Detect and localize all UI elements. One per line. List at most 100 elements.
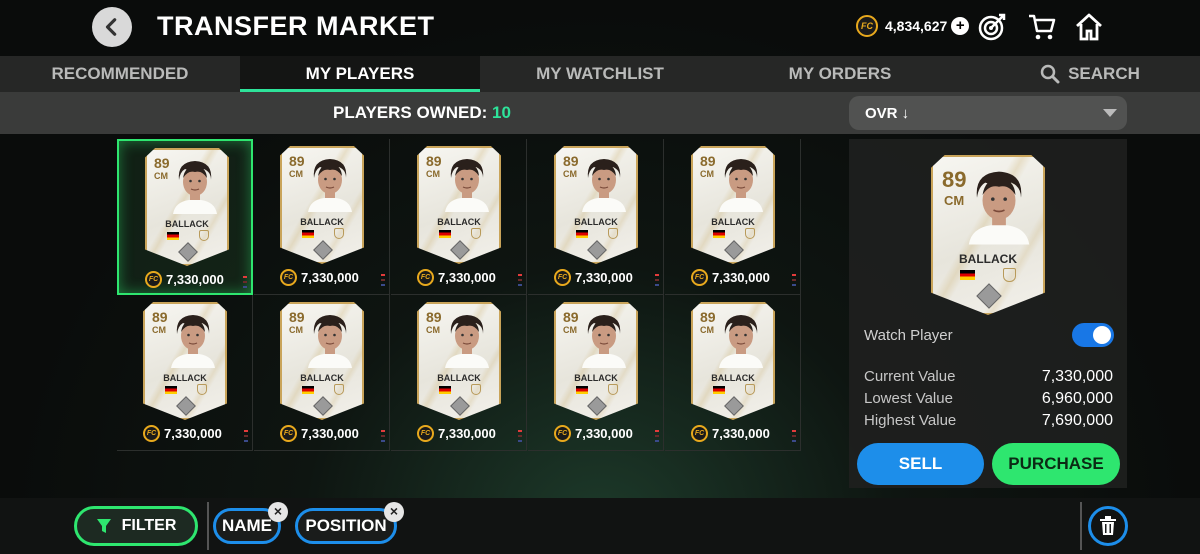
coin-icon: FC: [280, 269, 297, 286]
tab-my-orders[interactable]: MY ORDERS: [740, 56, 940, 92]
price-trend-indicator: [243, 276, 247, 291]
price-trend-indicator: [381, 430, 385, 445]
coin-icon: FC: [856, 15, 878, 37]
tab-bar: RECOMMENDED MY PLAYERS MY WATCHLIST MY O…: [0, 56, 1200, 92]
player-ovr: 89: [289, 309, 305, 325]
price-trend-indicator: [655, 430, 659, 445]
player-ovr: 89: [152, 309, 168, 325]
price-trend-indicator: [792, 430, 796, 445]
tab-recommended[interactable]: RECOMMENDED: [20, 56, 220, 92]
back-button[interactable]: [92, 7, 132, 47]
player-portrait: [719, 315, 763, 368]
tab-my-watchlist[interactable]: MY WATCHLIST: [500, 56, 700, 92]
player-name: BALLACK: [574, 217, 618, 227]
tab-my-players[interactable]: MY PLAYERS: [240, 56, 480, 92]
filter-button[interactable]: FILTER: [74, 506, 198, 546]
search-icon: [1040, 64, 1060, 84]
player-tile[interactable]: 89 CM BALLACK FC 7,330,000: [254, 139, 390, 295]
player-tile[interactable]: 89 CM BALLACK FC 7,330,000: [391, 139, 527, 295]
highest-value-row: Highest Value 7,690,000: [864, 412, 1113, 430]
filter-chip-position-label: POSITION: [305, 516, 387, 535]
player-card: 89 CM BALLACK: [691, 302, 775, 420]
coin-balance-value: 4,834,627: [885, 18, 948, 34]
player-price-value: 7,330,000: [712, 426, 770, 441]
player-price-value: 7,330,000: [438, 270, 496, 285]
player-price: FC 7,330,000: [554, 425, 633, 442]
player-tile[interactable]: 89 CM BALLACK FC 7,330,000: [391, 295, 527, 451]
germany-flag-icon: [167, 232, 179, 240]
player-portrait: [308, 315, 352, 368]
lowest-value-label: Lowest Value: [864, 390, 953, 407]
player-name: BALLACK: [574, 373, 618, 383]
filter-chip-position[interactable]: POSITION ×: [295, 502, 404, 544]
germany-flag-icon: [713, 386, 725, 394]
player-tile[interactable]: 89 CM BALLACK FC 7,330,000: [528, 295, 664, 451]
current-value-row: Current Value 7,330,000: [864, 368, 1113, 386]
player-portrait: [173, 161, 217, 214]
coin-icon: FC: [417, 425, 434, 442]
player-portrait: [582, 159, 626, 212]
player-card: 89 CM BALLACK: [280, 146, 364, 264]
trash-icon: [1100, 516, 1116, 535]
player-position: CM: [289, 325, 303, 335]
player-tile[interactable]: 89 CM BALLACK FC 7,330,000: [117, 295, 253, 451]
player-tile[interactable]: 89 CM BALLACK FC 7,330,000: [117, 139, 253, 295]
player-price-value: 7,330,000: [164, 426, 222, 441]
player-ovr: 89: [289, 153, 305, 169]
player-position: CM: [563, 325, 577, 335]
player-ovr: 89: [700, 153, 716, 169]
remove-chip-icon[interactable]: ×: [268, 502, 288, 522]
rarity-badge-icon: [313, 240, 333, 260]
player-position: CM: [289, 169, 303, 179]
player-tile[interactable]: 89 CM BALLACK FC 7,330,000: [254, 295, 390, 451]
player-name: BALLACK: [437, 373, 481, 383]
current-value-label: Current Value: [864, 368, 956, 385]
store-cart-icon[interactable]: [1027, 12, 1057, 42]
lowest-value-row: Lowest Value 6,960,000: [864, 390, 1113, 408]
player-ovr: 89: [426, 153, 442, 169]
player-card: 89 CM BALLACK: [691, 146, 775, 264]
player-price: FC 7,330,000: [417, 269, 496, 286]
player-name: BALLACK: [163, 373, 207, 383]
player-portrait: [719, 159, 763, 212]
germany-flag-icon: [439, 230, 451, 238]
selected-player-card: 89 CM BALLACK: [931, 155, 1045, 315]
player-name: BALLACK: [711, 373, 755, 383]
player-card: 89 CM BALLACK: [554, 146, 638, 264]
price-trend-indicator: [655, 274, 659, 289]
player-price-value: 7,330,000: [301, 426, 359, 441]
clear-filters-button[interactable]: [1088, 506, 1128, 546]
players-owned-count: 10: [492, 103, 511, 122]
player-name: BALLACK: [165, 219, 209, 229]
player-price: FC 7,330,000: [691, 425, 770, 442]
divider: [1080, 502, 1082, 550]
watch-player-toggle[interactable]: [1072, 323, 1114, 347]
germany-flag-icon: [713, 230, 725, 238]
player-portrait: [582, 315, 626, 368]
tab-search[interactable]: SEARCH: [1000, 56, 1180, 92]
home-icon[interactable]: [1074, 12, 1104, 42]
rarity-badge-icon: [724, 396, 744, 416]
player-price-value: 7,330,000: [575, 426, 633, 441]
player-tile[interactable]: 89 CM BALLACK FC 7,330,000: [665, 139, 801, 295]
remove-chip-icon[interactable]: ×: [384, 502, 404, 522]
current-value: 7,330,000: [1041, 368, 1113, 385]
club-crest-icon: [471, 384, 481, 395]
coin-icon: FC: [145, 271, 162, 288]
purchase-button[interactable]: PURCHASE: [992, 443, 1120, 485]
filter-chip-name[interactable]: NAME ×: [213, 502, 288, 544]
player-tile[interactable]: 89 CM BALLACK FC 7,330,000: [665, 295, 801, 451]
player-ovr: 89: [426, 309, 442, 325]
price-trend-indicator: [518, 430, 522, 445]
sort-dropdown[interactable]: OVR ↓: [849, 96, 1127, 130]
sell-button[interactable]: SELL: [857, 443, 984, 485]
club-crest-icon: [745, 228, 755, 239]
coin-icon: FC: [691, 425, 708, 442]
club-crest-icon: [199, 230, 209, 241]
player-tile[interactable]: 89 CM BALLACK FC 7,330,000: [528, 139, 664, 295]
coin-icon: FC: [280, 425, 297, 442]
player-position: CM: [700, 325, 714, 335]
club-crest-icon: [197, 384, 207, 395]
add-coins-button[interactable]: +: [951, 17, 970, 35]
objectives-target-icon[interactable]: [977, 12, 1007, 42]
